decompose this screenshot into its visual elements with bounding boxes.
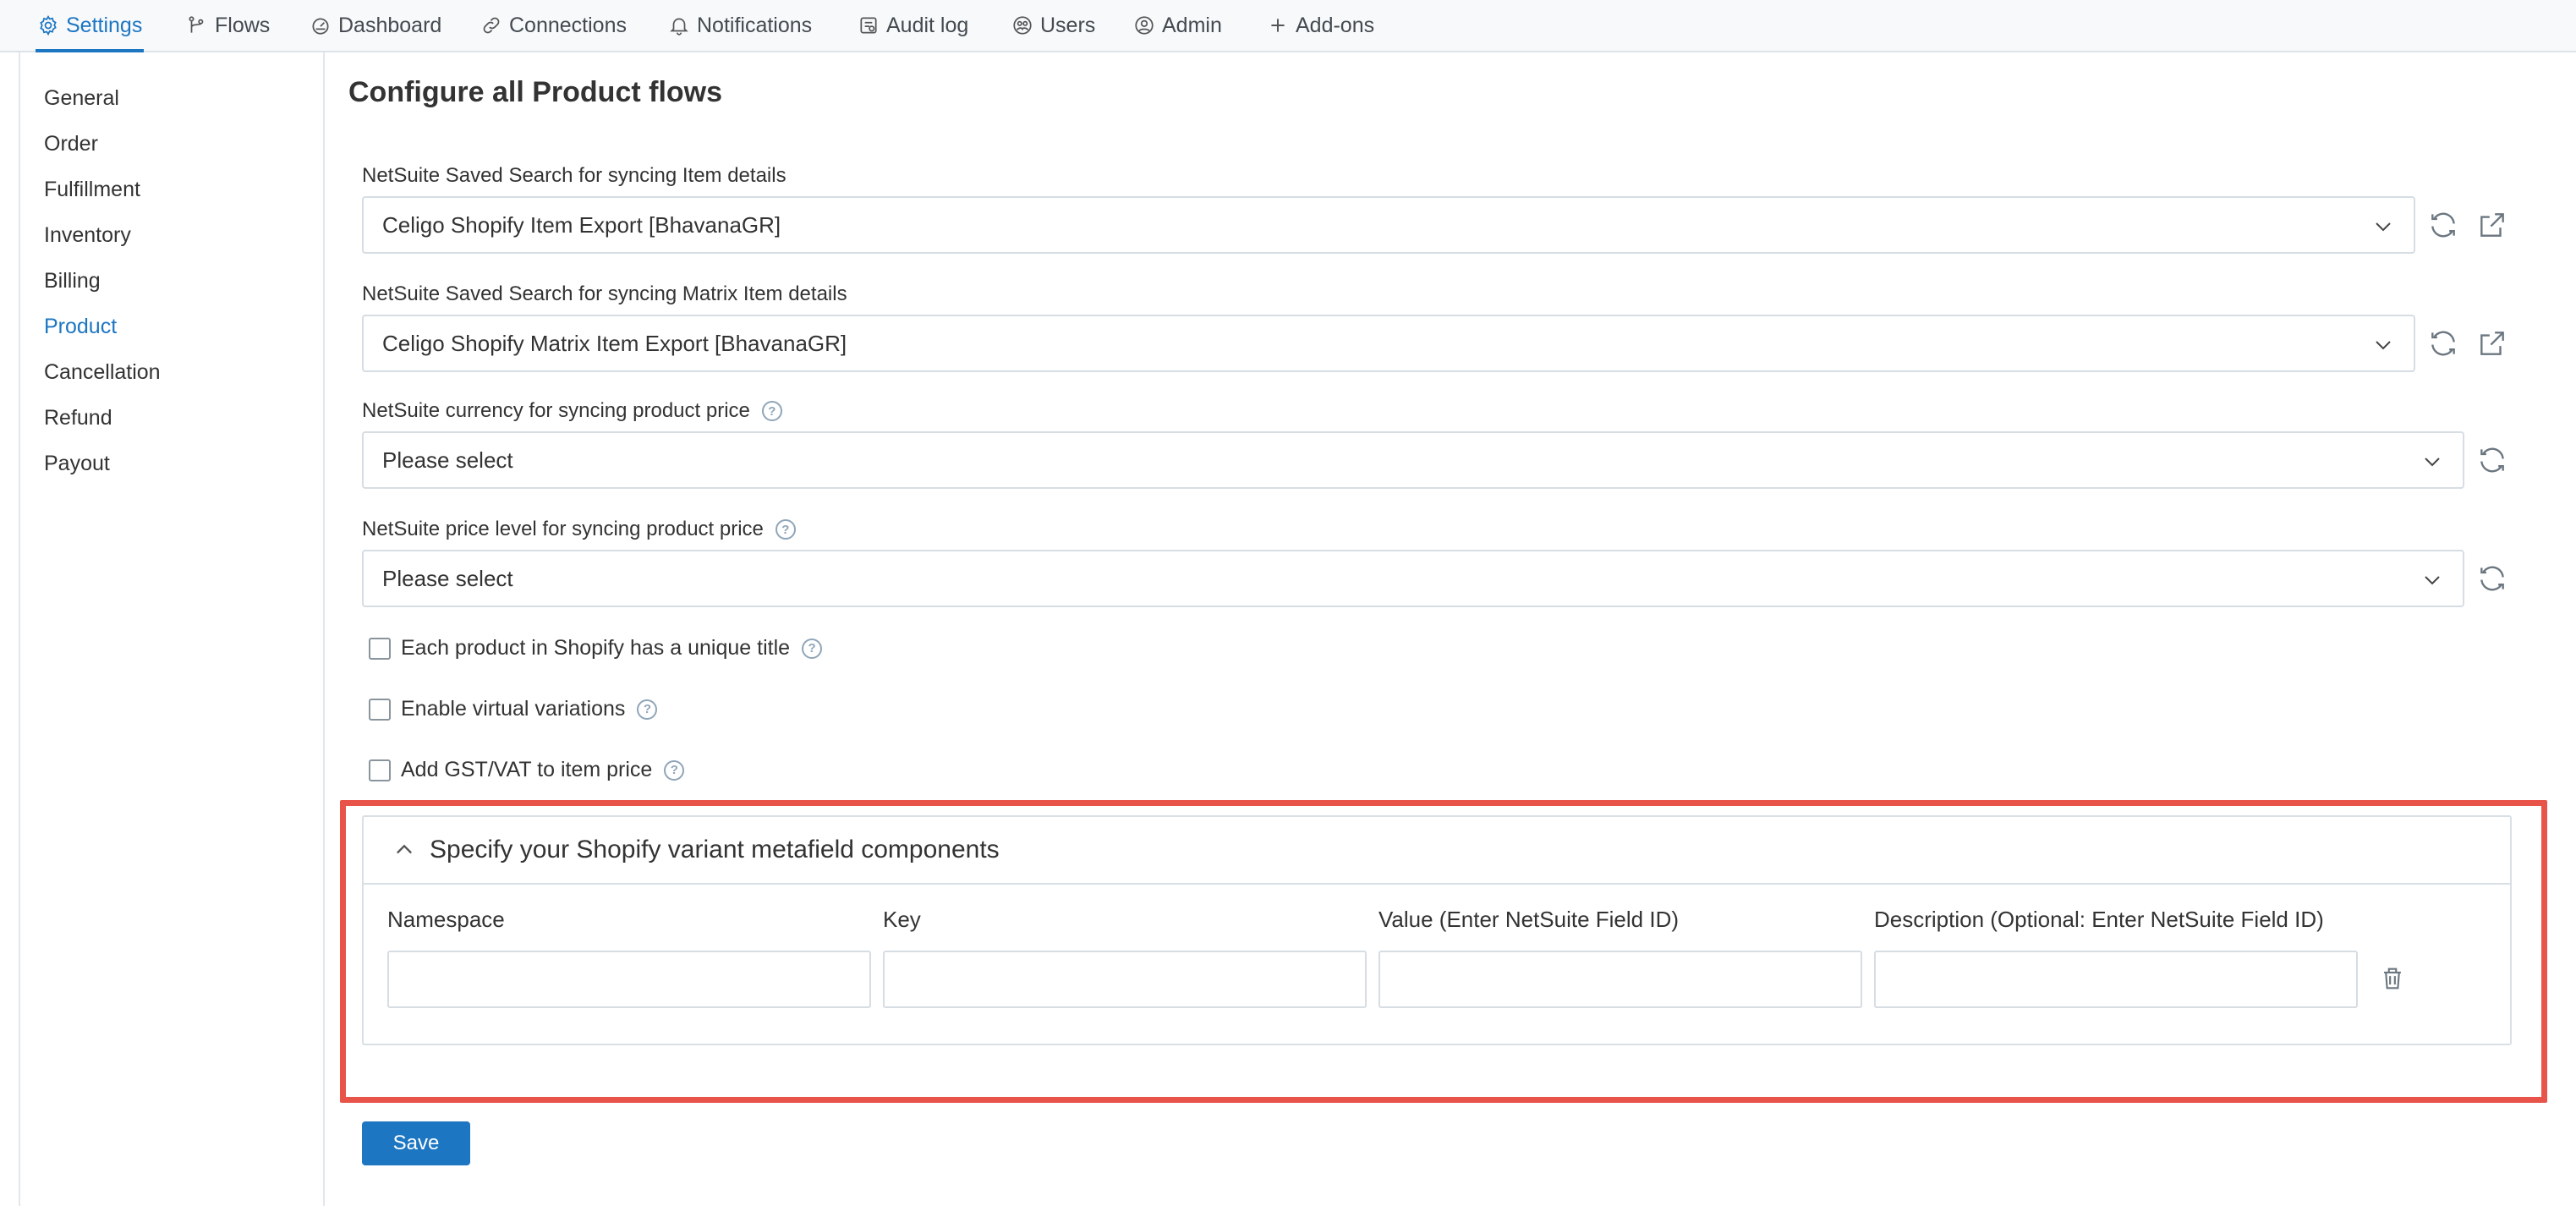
sidebar-item-billing[interactable]: Billing [44, 269, 101, 293]
checkbox-label: Each product in Shopify has a unique tit… [401, 636, 791, 660]
item-search-select[interactable]: Celigo Shopify Item Export [BhavanaGR] [362, 196, 2415, 254]
tab-add-ons[interactable]: Add-ons [1267, 0, 1374, 51]
sidebar-item-cancellation[interactable]: Cancellation [44, 360, 161, 385]
tab-flows[interactable]: Flows [186, 0, 270, 51]
select-value: Celigo Shopify Item Export [BhavanaGR] [382, 211, 781, 238]
open-external-icon[interactable] [2476, 209, 2508, 241]
sidebar-item-refund[interactable]: Refund [44, 406, 112, 430]
tab-label: Flows [215, 13, 271, 37]
chevron-down-icon [2425, 576, 2440, 585]
field-label-text: NetSuite Saved Search for syncing Item d… [362, 164, 787, 187]
field-label-text: NetSuite currency for syncing product pr… [362, 399, 750, 422]
checkbox-label: Enable virtual variations [401, 697, 626, 721]
plus-icon [1271, 19, 1285, 32]
page-title: Configure all Product flows [348, 76, 723, 108]
sidebar-item-fulfillment[interactable]: Fulfillment [44, 178, 140, 202]
currency-select[interactable]: Please select [362, 431, 2464, 489]
gear-icon [40, 14, 57, 36]
tab-label: Audit log [886, 13, 969, 37]
highlight-annotation [340, 800, 2547, 1103]
tab-label: Connections [509, 13, 627, 37]
tab-admin[interactable]: Admin [1133, 0, 1222, 51]
tab-label: Add-ons [1296, 13, 1375, 37]
tab-label: Dashboard [338, 13, 442, 37]
refresh-icon[interactable] [2427, 209, 2459, 241]
chevron-down-icon [2425, 458, 2440, 467]
refresh-icon[interactable] [2476, 562, 2508, 595]
help-icon[interactable]: ? [775, 519, 796, 540]
checkbox-label: Add GST/VAT to item price [401, 758, 653, 781]
help-icon[interactable]: ? [761, 401, 782, 421]
gst-vat-option: Add GST/VAT to item price ? [369, 758, 685, 782]
select-value: Please select [382, 447, 513, 473]
tab-connections[interactable]: Connections [480, 0, 627, 51]
item-search-label: NetSuite Saved Search for syncing Item d… [362, 164, 787, 188]
tab-users[interactable]: Users [1011, 0, 1095, 51]
tab-notifications[interactable]: Notifications [668, 0, 812, 51]
help-icon[interactable]: ? [637, 699, 658, 720]
sidebar-item-product[interactable]: Product [44, 315, 117, 339]
virtual-variations-option: Enable virtual variations ? [369, 697, 658, 721]
gst-vat-checkbox[interactable] [369, 759, 391, 781]
virtual-variations-checkbox[interactable] [369, 698, 391, 721]
tab-audit-log[interactable]: Audit log [858, 0, 968, 51]
top-navigation: Settings Flows Dashboard Connections Not… [0, 0, 2576, 52]
unique-title-checkbox[interactable] [369, 637, 391, 660]
sidebar-item-payout[interactable]: Payout [44, 452, 110, 476]
save-button[interactable]: Save [362, 1121, 470, 1165]
tab-label: Notifications [697, 13, 813, 37]
refresh-icon[interactable] [2476, 444, 2508, 476]
open-external-icon[interactable] [2476, 327, 2508, 359]
select-value: Please select [382, 565, 513, 591]
bell-icon [670, 18, 688, 36]
field-label-text: NetSuite price level for syncing product… [362, 518, 764, 540]
chevron-down-icon [2376, 341, 2391, 350]
price-level-select[interactable]: Please select [362, 550, 2464, 607]
chevron-down-icon [2376, 222, 2391, 232]
tab-label: Users [1040, 13, 1096, 37]
price-level-label: NetSuite price level for syncing product… [362, 518, 796, 541]
help-icon[interactable]: ? [664, 759, 685, 781]
sidebar-item-general[interactable]: General [44, 86, 119, 111]
matrix-search-select[interactable]: Celigo Shopify Matrix Item Export [Bhava… [362, 315, 2415, 372]
sidebar-item-order[interactable]: Order [44, 132, 98, 156]
users-icon [1013, 16, 1032, 35]
help-icon[interactable]: ? [802, 638, 823, 659]
flow-icon [189, 16, 204, 33]
tab-label: Settings [66, 13, 143, 37]
currency-label: NetSuite currency for syncing product pr… [362, 399, 782, 423]
settings-sidebar: General Order Fulfillment Inventory Bill… [20, 52, 325, 1206]
sidebar-item-inventory[interactable]: Inventory [44, 223, 131, 248]
matrix-search-label: NetSuite Saved Search for syncing Matrix… [362, 282, 847, 306]
unique-title-option: Each product in Shopify has a unique tit… [369, 636, 823, 661]
user-circle-icon [1135, 16, 1154, 35]
tab-dashboard[interactable]: Dashboard [310, 0, 441, 51]
audit-log-icon [860, 17, 877, 34]
refresh-icon[interactable] [2427, 327, 2459, 359]
gauge-icon [312, 18, 329, 35]
tab-label: Admin [1162, 13, 1222, 37]
field-label-text: NetSuite Saved Search for syncing Matrix… [362, 282, 847, 305]
tab-settings[interactable]: Settings [35, 0, 145, 52]
link-icon [483, 17, 500, 34]
select-value: Celigo Shopify Matrix Item Export [Bhava… [382, 330, 847, 356]
